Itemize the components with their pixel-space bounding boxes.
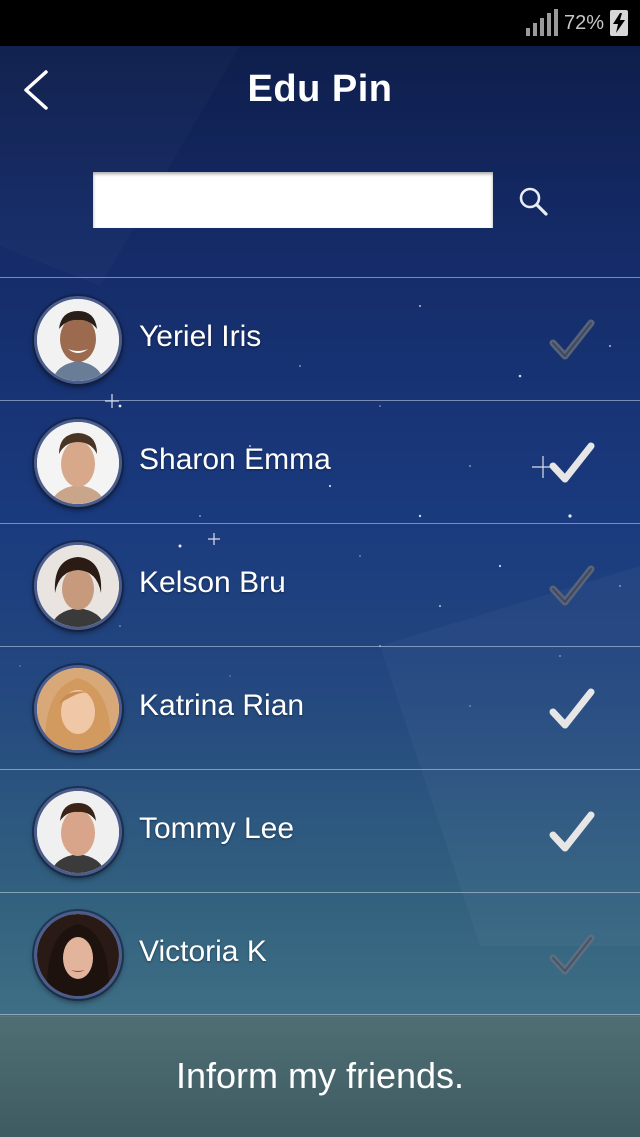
avatar	[34, 788, 122, 876]
friend-row[interactable]: Tommy Lee	[0, 769, 640, 892]
friend-name: Katrina Rian	[139, 689, 305, 722]
friend-row[interactable]: Victoria K	[0, 892, 640, 1015]
inform-friends-label: Inform my friends.	[175, 1055, 465, 1096]
checkmark-icon[interactable]	[548, 562, 596, 610]
avatar	[34, 542, 122, 630]
search-icon	[519, 187, 548, 216]
friend-row[interactable]: Yeriel Iris	[0, 277, 640, 400]
search-button[interactable]	[514, 182, 552, 220]
avatar	[34, 911, 122, 999]
checkmark-icon[interactable]	[548, 685, 596, 733]
avatar	[34, 665, 122, 753]
friend-name: Sharon Emma	[139, 443, 331, 476]
friend-row[interactable]: Katrina Rian	[0, 646, 640, 769]
app-header: Edu Pin	[0, 46, 640, 136]
friend-row[interactable]: Kelson Bru	[0, 523, 640, 646]
search-bar	[0, 172, 640, 230]
friend-name: Yeriel Iris	[139, 320, 262, 353]
checkmark-icon[interactable]	[548, 439, 596, 487]
friend-row[interactable]: Sharon Emma	[0, 400, 640, 523]
inform-friends-button[interactable]: Inform my friends.	[0, 1016, 640, 1137]
search-input[interactable]	[93, 172, 493, 228]
friend-name: Kelson Bru	[139, 566, 286, 599]
page-title: Edu Pin	[247, 68, 393, 110]
avatar	[34, 419, 122, 507]
status-bar: 72%	[0, 0, 640, 46]
friend-name: Tommy Lee	[139, 812, 295, 845]
checkmark-icon[interactable]	[548, 316, 596, 364]
friend-name: Victoria K	[139, 935, 267, 968]
friend-list: Yeriel Iris Sharon Emma Kelson Bru Katri…	[0, 277, 640, 1015]
avatar	[34, 296, 122, 384]
battery-charging-icon	[610, 10, 628, 36]
battery-percent: 72%	[563, 11, 604, 34]
signal-bars-icon	[525, 9, 558, 36]
checkmark-icon[interactable]	[548, 931, 596, 979]
checkmark-icon[interactable]	[548, 808, 596, 856]
